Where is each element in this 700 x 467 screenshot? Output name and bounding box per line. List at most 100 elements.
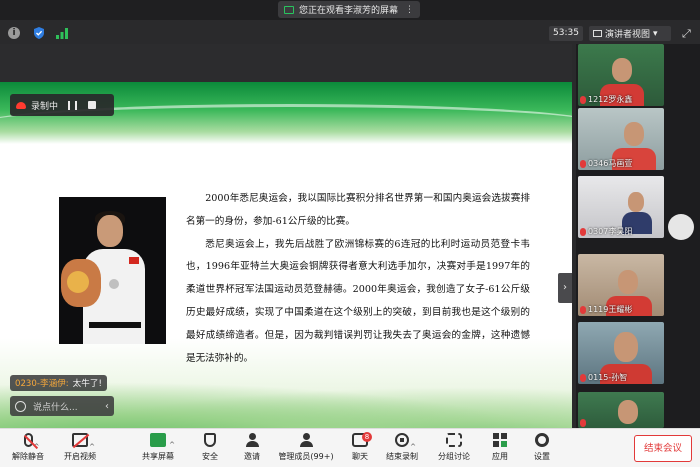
participant-name: 0307李昊阳 xyxy=(580,226,632,237)
network-signal-icon[interactable] xyxy=(56,27,68,39)
share-screen-button[interactable]: ^ 共享屏幕 xyxy=(138,433,178,465)
flag-patch xyxy=(129,257,139,264)
view-mode-button[interactable]: 演讲者视图 ▾ xyxy=(589,26,671,41)
security-button[interactable]: 安全 xyxy=(196,433,224,465)
share-status-pill[interactable]: 您正在观看李淑芳的屏幕 ⋮ xyxy=(278,1,420,18)
meeting-window: 您正在观看李淑芳的屏幕 ⋮ i 53:35 演讲者视图 ▾ ⤢ 2000年悉尼奥… xyxy=(0,0,700,467)
recording-bar: 录制中 xyxy=(10,94,114,116)
mic-muted-icon xyxy=(580,419,586,427)
unmute-button[interactable]: ^ 解除静音 xyxy=(8,433,48,465)
chevron-left-icon[interactable]: ‹ xyxy=(105,401,109,412)
apps-label: 应用 xyxy=(492,452,508,461)
apps-icon xyxy=(493,433,507,447)
slide-paragraph: 悉尼奥运会上，我先后战胜了欧洲锦标赛的6连冠的比利时运动员范登卡韦也，1996年… xyxy=(186,238,530,364)
participant-name: 0115-孙智 xyxy=(580,372,627,383)
start-video-button[interactable]: ^ 开启视频 xyxy=(60,433,100,465)
mic-muted-icon xyxy=(580,95,586,104)
participant-tile[interactable]: 1212罗永鑫 xyxy=(578,44,664,106)
info-bar: i 53:35 演讲者视图 ▾ ⤢ xyxy=(0,22,700,44)
gear-icon xyxy=(535,433,549,447)
record-icon: ^ xyxy=(395,433,416,451)
slide-text: 2000年悉尼奥运会，我以国际比赛积分排名世界第一和国内奥运会选拔赛排名第一的身… xyxy=(186,188,530,370)
breakout-rooms-button[interactable]: 分组讨论 xyxy=(436,433,472,465)
manage-members-button[interactable]: 管理成员(99+) xyxy=(278,433,334,465)
breakout-rooms-label: 分组讨论 xyxy=(438,452,470,461)
bouquet-flower xyxy=(67,271,89,293)
stop-icon[interactable] xyxy=(88,101,97,109)
chat-message: 太牛了! xyxy=(72,379,102,389)
chat-button[interactable]: 8 聊天 xyxy=(346,432,374,465)
invite-label: 邀请 xyxy=(244,452,260,461)
collapse-panel-icon[interactable]: › xyxy=(558,273,572,303)
medal xyxy=(109,279,119,289)
chevron-up-icon[interactable]: ^ xyxy=(410,443,416,451)
participant-face xyxy=(628,192,644,212)
invite-icon xyxy=(245,433,259,447)
participant-name: 1119王耀彬 xyxy=(580,304,632,315)
participant-tile[interactable]: 0307李昊阳 xyxy=(578,176,664,238)
participant-column: 1212罗永鑫 0346马画萱 0307李昊阳 1119王耀彬 0115-孙智 xyxy=(576,44,700,428)
mic-muted-icon xyxy=(580,227,586,236)
participant-tile[interactable]: 0346马画萱 xyxy=(578,108,664,170)
cloud-record-icon xyxy=(16,101,26,109)
stop-recording-label: 结束录制 xyxy=(386,452,418,461)
invite-button[interactable]: 邀请 xyxy=(238,433,266,465)
fullscreen-icon[interactable]: ⤢ xyxy=(682,27,691,41)
info-icon[interactable]: i xyxy=(8,27,20,39)
presentation-slide: 2000年悉尼奥运会，我以国际比赛积分排名世界第一和国内奥运会选拔赛排名第一的身… xyxy=(0,82,572,448)
stop-recording-button[interactable]: ^ 结束录制 xyxy=(384,433,420,465)
pause-icon[interactable] xyxy=(68,100,78,110)
unmute-label: 解除静音 xyxy=(12,452,44,461)
apps-button[interactable]: 应用 xyxy=(488,433,512,465)
participant-face xyxy=(614,332,638,362)
breakout-icon xyxy=(446,433,462,447)
share-banner: 您正在观看李淑芳的屏幕 ⋮ xyxy=(0,0,700,20)
end-meeting-button[interactable]: 结束会议 xyxy=(634,435,692,462)
chevron-up-icon[interactable]: ^ xyxy=(34,443,40,451)
mic-muted-icon xyxy=(580,305,586,314)
participant-tile[interactable]: 0115-孙智 xyxy=(578,322,664,384)
share-screen-icon: ^ xyxy=(150,433,175,449)
black-belt xyxy=(89,322,141,328)
shield-icon xyxy=(204,433,216,447)
chat-input[interactable]: 说点什么... ‹ xyxy=(10,396,114,416)
security-label: 安全 xyxy=(202,452,218,461)
chat-unread-badge: 8 xyxy=(362,432,372,442)
settings-button[interactable]: 设置 xyxy=(530,433,554,465)
participant-tile[interactable] xyxy=(578,392,664,428)
camera-off-icon: ^ xyxy=(72,433,95,451)
participant-name: 0346马画萱 xyxy=(580,158,632,169)
shared-screen-area: 2000年悉尼奥运会，我以国际比赛积分排名世界第一和国内奥运会选拔赛排名第一的身… xyxy=(0,44,572,448)
chevron-up-icon[interactable]: ^ xyxy=(89,443,95,451)
chat-bubble: 0230-李涵伊: 太牛了! xyxy=(10,375,107,391)
emoji-icon[interactable] xyxy=(15,400,26,412)
chat-icon: 8 xyxy=(352,432,372,447)
slide-paragraph: 2000年悉尼奥运会，我以国际比赛积分排名世界第一和国内奥运会选拔赛排名第一的身… xyxy=(186,193,530,227)
chat-label: 聊天 xyxy=(352,452,368,461)
chat-sender: 0230-李涵伊: xyxy=(15,379,69,389)
participant-name xyxy=(580,419,588,427)
chat-input-placeholder: 说点什么... xyxy=(33,402,78,413)
more-options-icon[interactable]: ⋮ xyxy=(405,5,414,15)
participant-face xyxy=(624,122,644,146)
participant-tile[interactable]: 1119王耀彬 xyxy=(578,254,664,316)
mic-muted-icon xyxy=(580,373,586,382)
grid-icon xyxy=(593,30,602,37)
security-shield-icon[interactable] xyxy=(33,27,45,39)
meeting-toolbar: ^ 解除静音 ^ 开启视频 ^ 共享屏幕 安全 邀请 管理成员(99+) 8 聊… xyxy=(0,428,700,467)
participant-name: 1212罗永鑫 xyxy=(580,94,632,105)
mic-muted-icon xyxy=(580,159,586,168)
recording-label: 录制中 xyxy=(31,101,59,112)
face xyxy=(97,215,123,247)
mic-muted-icon: ^ xyxy=(23,433,40,451)
share-status-text: 您正在观看李淑芳的屏幕 xyxy=(299,6,399,16)
tile-scroll-toggle[interactable] xyxy=(668,214,694,240)
members-icon xyxy=(299,433,313,447)
chevron-up-icon[interactable]: ^ xyxy=(169,441,175,449)
screen-share-icon xyxy=(284,5,294,14)
settings-label: 设置 xyxy=(534,452,550,461)
meeting-timer: 53:35 xyxy=(549,26,583,41)
manage-members-label: 管理成员(99+) xyxy=(278,452,334,461)
participant-face xyxy=(618,400,638,424)
view-mode-label: 演讲者视图 xyxy=(605,30,651,40)
